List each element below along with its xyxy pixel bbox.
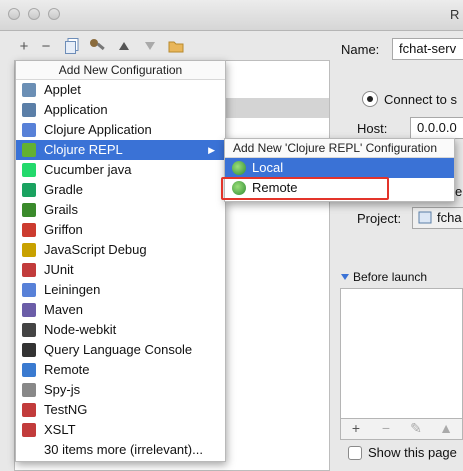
remove-task-icon[interactable]: − — [375, 420, 397, 438]
menu-item[interactable]: Spy-js — [16, 380, 225, 400]
move-up-icon[interactable] — [114, 36, 134, 56]
menu-item[interactable]: 30 items more (irrelevant)... — [16, 440, 225, 460]
menu-item-label: Remote — [44, 362, 90, 377]
menu-item-label: Griffon — [44, 222, 83, 237]
gradle-icon — [22, 183, 36, 197]
move-down-icon[interactable] — [140, 36, 160, 56]
menu-item[interactable]: Gradle — [16, 180, 225, 200]
close-window-button[interactable] — [8, 8, 20, 20]
applet-icon — [22, 83, 36, 97]
submenu-item[interactable]: Local — [225, 158, 454, 178]
show-page-label: Show this page — [368, 445, 457, 460]
menu-item[interactable]: Applet — [16, 80, 225, 100]
menu-item-label: Application — [44, 102, 108, 117]
javascript-debug-icon — [22, 243, 36, 257]
spy-js-icon — [22, 383, 36, 397]
menu-item[interactable]: TestNG — [16, 400, 225, 420]
folder-icon[interactable] — [166, 36, 186, 56]
menu-item[interactable]: Application — [16, 100, 225, 120]
project-label: Project: — [357, 211, 402, 226]
add-task-icon[interactable]: + — [345, 420, 367, 438]
menu-item[interactable]: Cucumber java — [16, 160, 225, 180]
menu-item-label: Gradle — [44, 182, 84, 197]
menu-items: Applet Application Clojure Application Cloj… — [16, 80, 225, 460]
cucumber-icon — [22, 163, 36, 177]
remove-icon[interactable]: − — [36, 36, 56, 56]
testng-icon — [22, 403, 36, 417]
menu-item-label: Maven — [44, 302, 84, 317]
menu-item-label: 30 items more (irrelevant)... — [44, 442, 203, 457]
leiningen-icon — [22, 283, 36, 297]
menu-item[interactable]: JUnit — [16, 260, 225, 280]
name-label: Name: — [341, 42, 380, 57]
griffon-icon — [22, 223, 36, 237]
menu-item-label: Query Language Console — [44, 342, 193, 357]
expand-triangle-icon[interactable] — [341, 273, 349, 281]
add-icon[interactable]: + — [14, 36, 34, 56]
connect-radio[interactable] — [362, 91, 378, 107]
move-task-up-icon[interactable]: ▲ — [435, 420, 457, 438]
menu-item-label: JavaScript Debug — [44, 242, 147, 257]
partial-label: e — [455, 184, 463, 199]
menu-item[interactable]: Remote — [16, 360, 225, 380]
before-launch-toolbar: + − ✎ ▲ — [340, 418, 463, 440]
menu-item-label: Grails — [44, 202, 78, 217]
menu-item[interactable]: Grails — [16, 200, 225, 220]
submenu-arrow-icon: ▶ — [208, 145, 215, 155]
window-title: R — [450, 7, 460, 22]
menu-item[interactable]: Query Language Console — [16, 340, 225, 360]
host-label: Host: — [357, 121, 388, 136]
submenu-item-label: Local — [252, 160, 284, 175]
clojure-repl-icon — [22, 143, 36, 157]
show-page-checkbox[interactable] — [348, 446, 362, 460]
host-field[interactable]: 0.0.0.0 — [410, 117, 463, 139]
menu-item[interactable]: XSLT — [16, 420, 225, 440]
menu-item-label: Node-webkit — [44, 322, 117, 337]
menu-item-label: XSLT — [44, 422, 76, 437]
application-icon — [22, 103, 36, 117]
connect-label: Connect to s — [384, 92, 457, 107]
submenu-header: Add New 'Clojure REPL' Configuration — [225, 139, 454, 158]
menu-item-label: Applet — [44, 82, 81, 97]
minimize-window-button[interactable] — [28, 8, 40, 20]
remote-icon — [22, 363, 36, 377]
menu-item[interactable]: Clojure REPL ▶ — [16, 140, 225, 160]
add-configuration-menu: Add New Configuration Applet Application C… — [15, 60, 226, 462]
project-value: fcha — [437, 210, 462, 225]
name-field[interactable]: fchat-serv — [392, 38, 463, 60]
menu-item-label: Clojure Application — [44, 122, 152, 137]
tree-selected-row[interactable] — [226, 98, 329, 118]
menu-item[interactable]: Maven — [16, 300, 225, 320]
menu-item[interactable]: Clojure Application — [16, 120, 225, 140]
grails-icon — [22, 203, 36, 217]
query-console-icon — [22, 343, 36, 357]
maven-icon — [22, 303, 36, 317]
menu-item[interactable]: Griffon — [16, 220, 225, 240]
edit-task-icon[interactable]: ✎ — [405, 420, 427, 438]
edit-defaults-icon[interactable] — [88, 36, 108, 56]
node-webkit-icon — [22, 323, 36, 337]
xslt-icon — [22, 423, 36, 437]
before-launch-label: Before launch — [353, 270, 428, 284]
menu-header: Add New Configuration — [16, 61, 225, 80]
clojure-icon — [22, 123, 36, 137]
menu-item[interactable]: Node-webkit — [16, 320, 225, 340]
menu-item-label: JUnit — [44, 262, 74, 277]
copy-icon[interactable] — [62, 36, 82, 56]
junit-icon — [22, 263, 36, 277]
menu-item[interactable]: Leiningen — [16, 280, 225, 300]
menu-item[interactable]: JavaScript Debug — [16, 240, 225, 260]
zoom-window-button[interactable] — [48, 8, 60, 20]
menu-item-label: Cucumber java — [44, 162, 132, 177]
menu-item-label: Clojure REPL — [44, 142, 123, 157]
menu-item-label: Spy-js — [44, 382, 81, 397]
remote-highlight-annotation — [221, 177, 389, 200]
menu-item-label: Leiningen — [44, 282, 101, 297]
window-titlebar: R — [0, 0, 463, 31]
module-icon — [418, 211, 432, 224]
clojure-repl-local-icon — [232, 161, 246, 175]
menu-item-label: TestNG — [44, 402, 88, 417]
